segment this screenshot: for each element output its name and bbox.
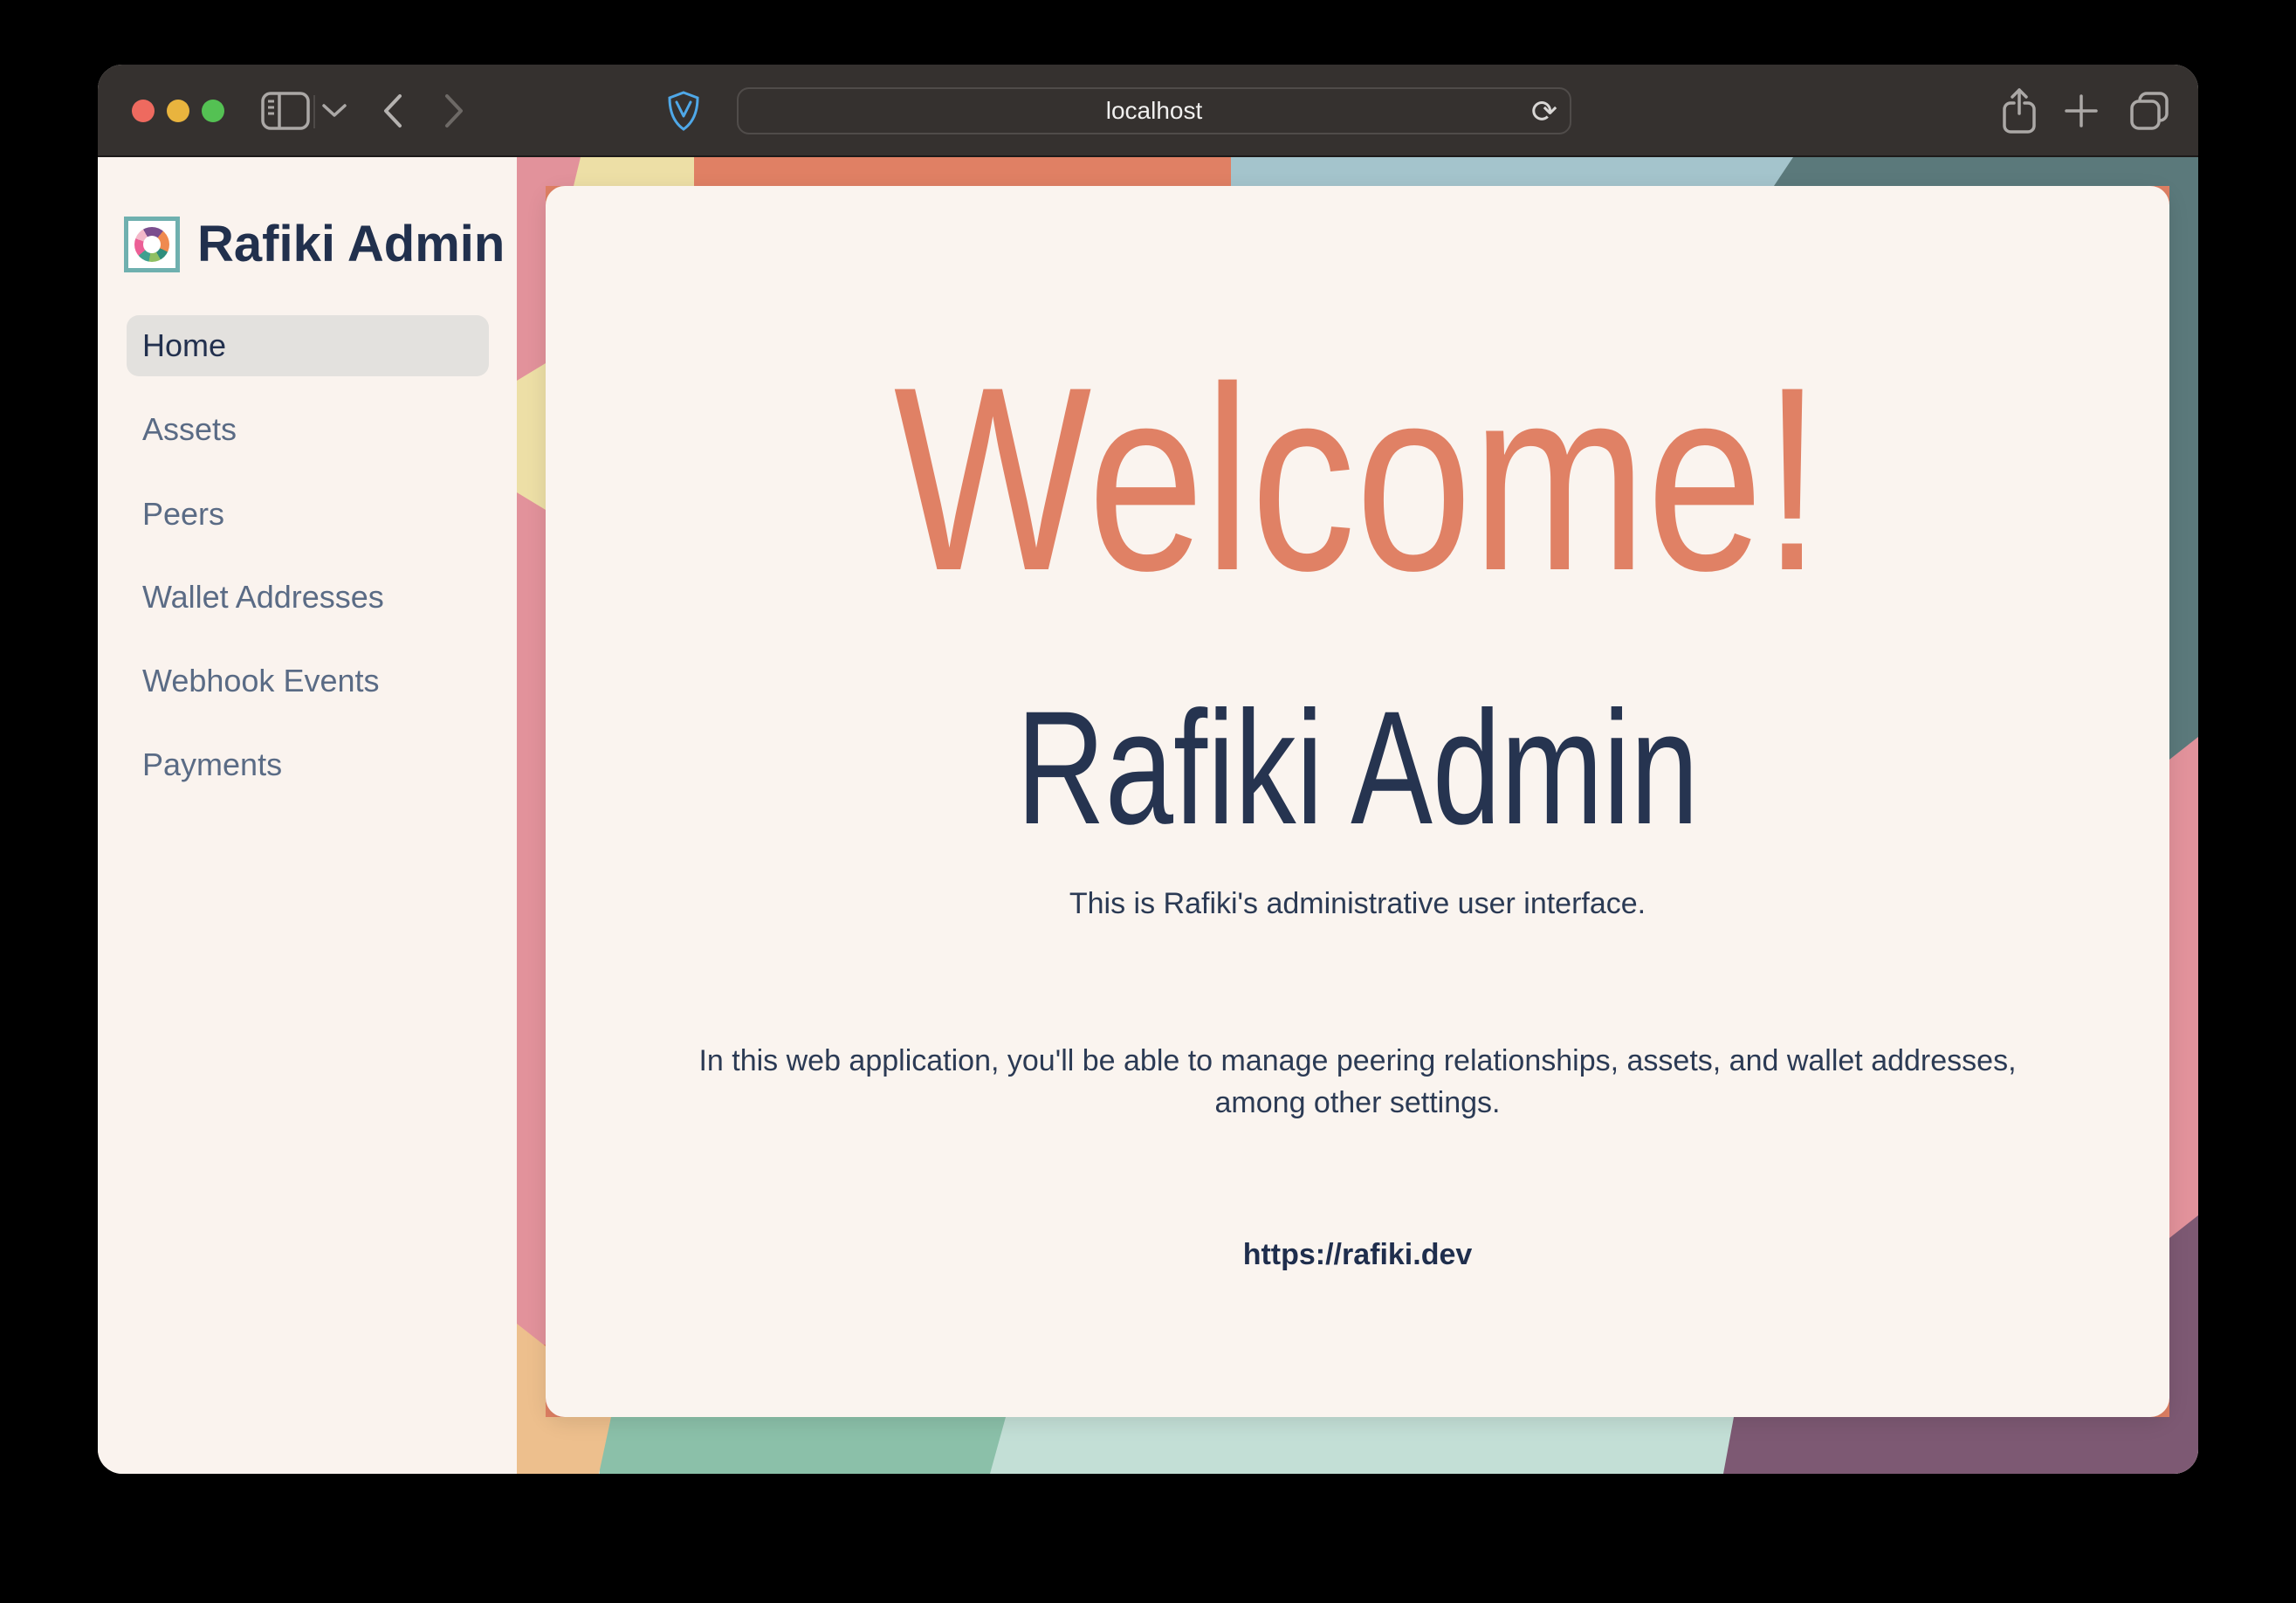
close-window-button[interactable] [132, 100, 155, 122]
sidebar-item-peers[interactable]: Peers [127, 484, 489, 545]
browser-window: localhost ⟳ [98, 65, 2198, 1474]
desktop-background: localhost ⟳ [0, 0, 2296, 1603]
address-bar-url: localhost [1106, 97, 1203, 125]
forward-icon[interactable] [443, 65, 464, 157]
reload-icon[interactable]: ⟳ [1531, 93, 1557, 131]
zoom-window-button[interactable] [202, 100, 224, 122]
sidebar-item-webhook-events[interactable]: Webhook Events [127, 650, 489, 712]
sidebar-toggle-icon[interactable] [261, 65, 310, 157]
main-content: Welcome! Rafiki Admin This is Rafiki's a… [517, 157, 2198, 1474]
sidebar-item-assets[interactable]: Assets [127, 399, 489, 460]
sidebar-item-label: Payments [142, 746, 282, 783]
back-icon[interactable] [382, 65, 403, 157]
sidebar: Rafiki Admin Home Assets Peers Wallet Ad… [98, 157, 517, 1474]
sidebar-item-home[interactable]: Home [127, 315, 489, 376]
share-icon[interactable] [2000, 65, 2038, 157]
sidebar-item-label: Assets [142, 411, 237, 448]
bg-shape-slate-top [1770, 157, 2198, 186]
page-subtitle: This is Rafiki's administrative user int… [546, 883, 2169, 925]
toolbar-divider [313, 95, 315, 128]
sidebar-item-label: Webhook Events [142, 663, 380, 699]
page-title: Rafiki Admin [740, 688, 1975, 850]
rafiki-dev-link[interactable]: https://rafiki.dev [546, 1234, 2169, 1276]
rafiki-logo-icon [124, 217, 180, 272]
minimize-window-button[interactable] [167, 100, 189, 122]
app-body: Rafiki Admin Home Assets Peers Wallet Ad… [98, 157, 2198, 1474]
tab-overview-icon[interactable] [2129, 65, 2169, 157]
bg-shape-green-bottom [600, 1417, 1006, 1474]
welcome-card: Welcome! Rafiki Admin This is Rafiki's a… [546, 186, 2169, 1417]
bg-shape-purple-bottom [1723, 1417, 2198, 1474]
sidebar-item-label: Wallet Addresses [142, 579, 384, 616]
shield-icon[interactable] [666, 65, 701, 157]
bg-shape-orange-bottom [517, 1417, 611, 1474]
chevron-down-icon[interactable] [321, 65, 347, 157]
bg-shape-lightblue-top [1231, 157, 1793, 186]
sidebar-item-payments[interactable]: Payments [127, 734, 489, 795]
new-tab-icon[interactable] [2064, 65, 2099, 157]
bg-shape-pink-left [517, 157, 546, 1345]
bg-shape-yellow-top [572, 157, 694, 186]
bg-shape-yellow-left [517, 363, 546, 510]
rafiki-logo-ring [134, 227, 169, 262]
welcome-heading: Welcome! [708, 347, 2007, 609]
page-description: In this web application, you'll be able … [668, 1040, 2047, 1124]
browser-titlebar: localhost ⟳ [98, 65, 2198, 157]
brand-title: Rafiki Admin [197, 217, 505, 272]
sidebar-item-label: Peers [142, 496, 224, 533]
bg-shape-slate-right [2169, 157, 2198, 760]
sidebar-item-wallet-addresses[interactable]: Wallet Addresses [127, 567, 489, 628]
address-bar[interactable]: localhost ⟳ [737, 87, 1571, 134]
sidebar-item-label: Home [142, 327, 226, 364]
